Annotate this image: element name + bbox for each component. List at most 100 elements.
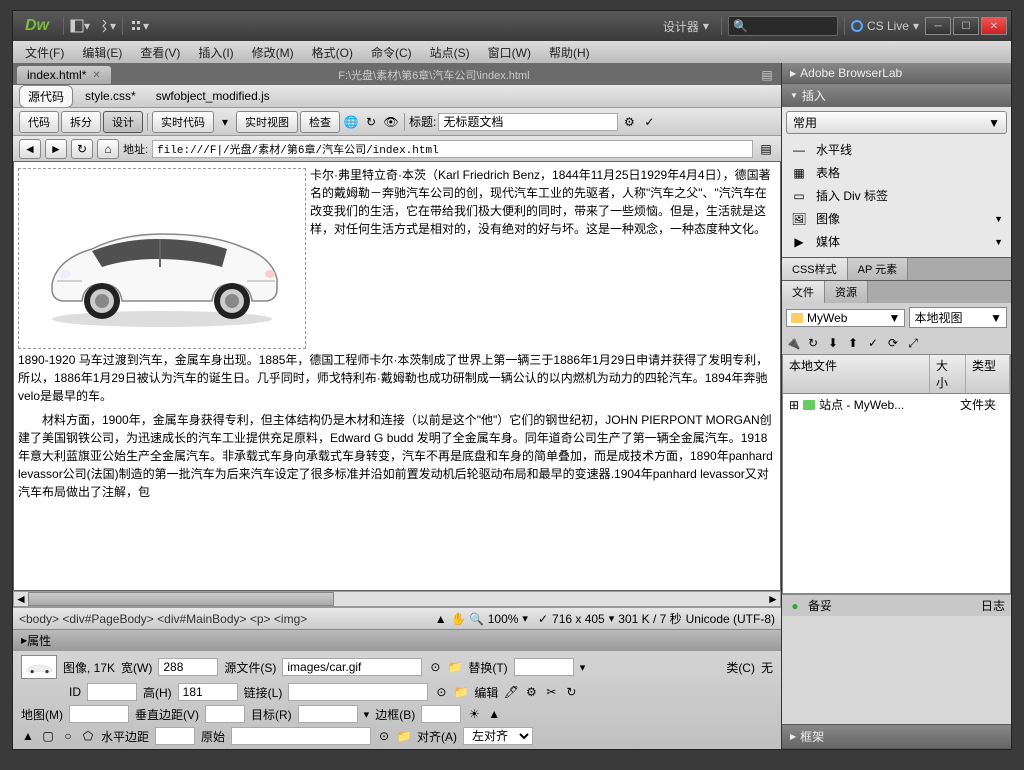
- forward-button[interactable]: ►: [45, 139, 67, 159]
- point-to-file-icon[interactable]: ⊙: [434, 685, 448, 699]
- menu-item[interactable]: 编辑(E): [74, 42, 130, 63]
- checkout-icon[interactable]: ✓: [866, 336, 880, 350]
- cslive-button[interactable]: CS Live ▾: [851, 19, 919, 33]
- site-icon[interactable]: ▾: [129, 16, 149, 36]
- menu-item[interactable]: 站点(S): [422, 42, 478, 63]
- split-view-button[interactable]: 拆分: [61, 111, 101, 133]
- tab-menu-icon[interactable]: ▤: [757, 65, 777, 85]
- close-tab-icon[interactable]: ✕: [92, 70, 100, 81]
- properties-header[interactable]: ▶ 属性: [13, 630, 781, 651]
- menu-item[interactable]: 帮助(H): [541, 42, 598, 63]
- refresh-button[interactable]: ↻: [71, 139, 93, 159]
- source-tab[interactable]: style.css*: [77, 87, 144, 105]
- point-to-file-icon[interactable]: ⊙: [428, 660, 442, 674]
- rect-hotspot-icon[interactable]: ▢: [41, 729, 55, 743]
- browse-icon[interactable]: 📁: [448, 660, 462, 674]
- zoom-tool-icon[interactable]: 🔍: [470, 612, 484, 626]
- close-button[interactable]: ✕: [981, 17, 1007, 35]
- file-tree[interactable]: 本地文件 大小 类型 ⊞ 站点 - MyWeb... 文件夹: [782, 354, 1011, 594]
- sharpen-icon[interactable]: ▲: [487, 707, 501, 721]
- target-input[interactable]: [298, 705, 358, 723]
- menu-item[interactable]: 插入(I): [190, 42, 241, 63]
- code-view-button[interactable]: 代码: [19, 111, 59, 133]
- vspace-input[interactable]: [205, 705, 245, 723]
- width-input[interactable]: [158, 658, 218, 676]
- crop-icon[interactable]: ✂: [544, 685, 558, 699]
- tag-crumb[interactable]: <body>: [19, 612, 59, 626]
- class-dropdown[interactable]: 无: [761, 659, 773, 676]
- zoom-level[interactable]: 100%: [488, 612, 519, 626]
- css-styles-tab[interactable]: CSS样式: [782, 258, 848, 280]
- height-input[interactable]: [178, 683, 238, 701]
- tag-selector[interactable]: <body> <div#PageBody> <div#MainBody> <p>…: [19, 612, 307, 626]
- liveview-button[interactable]: 实时视图: [236, 111, 298, 133]
- menu-item[interactable]: 查看(V): [132, 42, 188, 63]
- menu-item[interactable]: 文件(F): [17, 42, 72, 63]
- map-input[interactable]: [69, 705, 129, 723]
- source-tab[interactable]: 源代码: [19, 85, 73, 108]
- insert-category-dropdown[interactable]: 常用▼: [786, 111, 1007, 134]
- insert-item[interactable]: 🖼图像 ▼: [786, 207, 1007, 230]
- connect-icon[interactable]: 🔌: [786, 336, 800, 350]
- address-input[interactable]: [152, 140, 753, 158]
- window-size[interactable]: 716 x 405: [552, 612, 605, 626]
- browser-preview-icon[interactable]: 🌐: [342, 113, 360, 131]
- tag-crumb[interactable]: <div#MainBody>: [157, 612, 246, 626]
- menu-item[interactable]: 修改(M): [244, 42, 302, 63]
- expand-icon[interactable]: ⤢: [906, 336, 920, 350]
- view-dropdown[interactable]: 本地视图▼: [909, 307, 1007, 328]
- tag-crumb[interactable]: <img>: [274, 612, 307, 626]
- src-input[interactable]: [282, 658, 422, 676]
- menu-item[interactable]: 命令(C): [363, 42, 420, 63]
- refresh-icon[interactable]: ↻: [362, 113, 380, 131]
- brightness-icon[interactable]: ☀: [467, 707, 481, 721]
- align-dropdown[interactable]: 左对齐: [463, 727, 533, 745]
- workspace-dropdown[interactable]: 设计器 ▾: [657, 18, 715, 35]
- maximize-button[interactable]: ☐: [953, 17, 979, 35]
- menu-item[interactable]: 窗口(W): [480, 42, 539, 63]
- design-view-button[interactable]: 设计: [103, 111, 143, 133]
- files-tab[interactable]: 文件: [782, 281, 825, 303]
- edit-ps-icon[interactable]: 🖊: [504, 685, 518, 699]
- original-input[interactable]: [231, 727, 371, 745]
- extend-icon[interactable]: ▾: [96, 16, 116, 36]
- search-input[interactable]: 🔍: [728, 16, 838, 36]
- frames-panel-header[interactable]: ▶框架: [782, 725, 1011, 748]
- home-button[interactable]: ⌂: [97, 139, 119, 159]
- browserlab-panel-header[interactable]: ▶Adobe BrowserLab: [782, 63, 1011, 83]
- select-tool-icon[interactable]: ▲: [434, 612, 448, 626]
- alt-input[interactable]: [514, 658, 574, 676]
- border-input[interactable]: [421, 705, 461, 723]
- tag-crumb[interactable]: <div#PageBody>: [62, 612, 153, 626]
- back-button[interactable]: ◄: [19, 139, 41, 159]
- get-files-icon[interactable]: ⬇: [826, 336, 840, 350]
- file-mgmt-icon[interactable]: ⚙: [620, 113, 638, 131]
- insert-item[interactable]: ▦表格: [786, 161, 1007, 184]
- insert-panel-header[interactable]: ▼插入: [782, 84, 1011, 107]
- insert-item[interactable]: ▶媒体 ▼: [786, 230, 1007, 253]
- inspect-button[interactable]: 检查: [300, 111, 340, 133]
- horizontal-scrollbar[interactable]: ◄►: [13, 591, 781, 607]
- resample-icon[interactable]: ↻: [564, 685, 578, 699]
- addr-menu-icon[interactable]: ▤: [757, 140, 775, 158]
- sync-icon[interactable]: ⟳: [886, 336, 900, 350]
- visual-aids-icon[interactable]: 👁: [382, 113, 400, 131]
- site-dropdown[interactable]: MyWeb▼: [786, 309, 905, 327]
- minimize-button[interactable]: ─: [925, 17, 951, 35]
- tag-crumb[interactable]: <p>: [250, 612, 271, 626]
- poly-hotspot-icon[interactable]: ⬠: [81, 729, 95, 743]
- livecode-button[interactable]: 实时代码: [152, 111, 214, 133]
- layout-icon[interactable]: ▾: [70, 16, 90, 36]
- livecode-opts-icon[interactable]: ▾: [216, 113, 234, 131]
- browse-icon[interactable]: 📁: [454, 685, 468, 699]
- insert-item[interactable]: ▭插入 Div 标签: [786, 184, 1007, 207]
- hspace-input[interactable]: [155, 727, 195, 745]
- oval-hotspot-icon[interactable]: ○: [61, 729, 75, 743]
- ap-elements-tab[interactable]: AP 元素: [848, 258, 909, 280]
- browse-icon[interactable]: 📁: [397, 729, 411, 743]
- id-input[interactable]: [87, 683, 137, 701]
- page-title-input[interactable]: [438, 113, 618, 131]
- document-tab[interactable]: index.html*✕: [17, 66, 111, 84]
- pointer-hotspot-icon[interactable]: ▲: [21, 729, 35, 743]
- car-image[interactable]: [18, 168, 306, 349]
